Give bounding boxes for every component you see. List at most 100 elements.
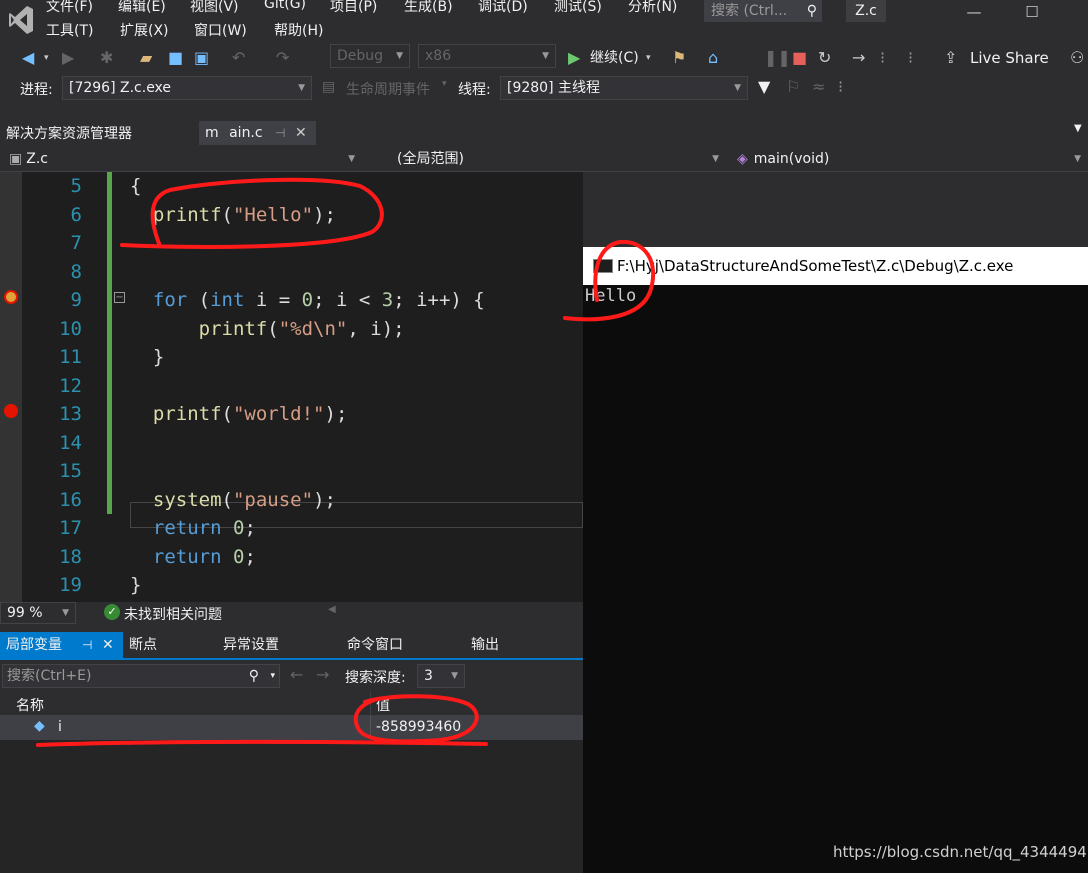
- pin-icon[interactable]: ⊣: [275, 121, 285, 145]
- scroll-left-icon[interactable]: ◀: [328, 604, 336, 615]
- step-into-icon[interactable]: ⁝: [880, 42, 885, 74]
- breakpoint-margin[interactable]: [0, 172, 22, 602]
- console-title: F:\Hyj\DataStructureAndSomeTest\Z.c\Debu…: [617, 257, 1014, 275]
- menu-view[interactable]: 视图(V): [190, 0, 239, 16]
- code-editor[interactable]: − 5 6 7 8 9 10 11 12 13 14 15 16 17 18 1…: [0, 172, 583, 602]
- show-next-statement-icon[interactable]: →: [852, 42, 865, 74]
- dropdown-chevron-icon[interactable]: ▾: [44, 42, 49, 74]
- new-item-icon[interactable]: ✱: [100, 42, 113, 74]
- menu-analyze[interactable]: 分析(N): [628, 0, 677, 16]
- menu-edit[interactable]: 编辑(E): [118, 0, 166, 16]
- platform-select[interactable]: x86 ▼: [418, 44, 556, 68]
- chevron-down-icon[interactable]: ▾: [270, 665, 275, 687]
- tab-locals[interactable]: 局部变量 ⊣ ✕: [0, 632, 123, 658]
- undo-icon[interactable]: ↶: [232, 42, 245, 74]
- tab-locals-label: 局部变量: [6, 637, 62, 653]
- chevron-down-icon: ▼: [734, 83, 741, 93]
- scope-nav-select[interactable]: (全局范围) ▼: [366, 147, 726, 171]
- search-icon[interactable]: ⚲: [249, 665, 259, 687]
- window-layout-icon[interactable]: ⌂: [708, 42, 718, 74]
- save-icon[interactable]: ■: [168, 42, 183, 74]
- live-share-button[interactable]: Live Share: [970, 42, 1049, 74]
- stack-frame-icon[interactable]: ⁝: [838, 77, 843, 96]
- zoom-select[interactable]: 99 % ▼: [0, 602, 76, 624]
- restart-icon[interactable]: ↻: [818, 42, 831, 74]
- stop-icon[interactable]: ■: [792, 42, 807, 74]
- search-input[interactable]: 搜索 (Ctrl... ⚲: [704, 0, 822, 22]
- column-value-header[interactable]: 值: [376, 695, 390, 715]
- account-icon[interactable]: ⚇: [1070, 42, 1084, 74]
- tab-overflow-chevron-icon[interactable]: ▼: [1074, 123, 1082, 134]
- breakpoint-icon[interactable]: [4, 404, 18, 418]
- lifecycle-events-icon: ▤: [322, 79, 336, 95]
- open-folder-icon[interactable]: ▰: [140, 42, 152, 74]
- tab-command-window[interactable]: 命令窗口: [347, 632, 403, 658]
- standard-toolbar: ◀ ▾ ▶ ✱ ▰ ■ ▣ ↶ ↷ Debug ▼ x86 ▼ ▶ 继续(C) ▾ …: [0, 42, 1088, 74]
- chevron-down-icon: ▼: [712, 154, 719, 164]
- zoom-value: 99 %: [7, 605, 43, 621]
- console-title-bar[interactable]: F:\Hyj\DataStructureAndSomeTest\Z.c\Debu…: [583, 247, 1088, 285]
- menu-debug[interactable]: 调试(D): [478, 0, 528, 16]
- menu-extensions[interactable]: 扩展(X): [120, 20, 169, 40]
- find-in-files-icon[interactable]: ⚑: [672, 42, 686, 74]
- save-all-icon[interactable]: ▣: [194, 42, 209, 74]
- dropdown-chevron-icon[interactable]: ▾: [442, 79, 447, 89]
- close-icon[interactable]: ✕: [102, 632, 114, 658]
- column-name-header[interactable]: 名称: [16, 695, 44, 715]
- locals-search-input[interactable]: 搜索(Ctrl+E) ⚲ ▾: [2, 664, 280, 688]
- dropdown-chevron-icon[interactable]: ▾: [646, 42, 651, 74]
- search-back-icon[interactable]: ←: [290, 665, 303, 684]
- code-line: }: [130, 574, 142, 596]
- thread-select[interactable]: [9280] 主线程 ▼: [500, 76, 748, 100]
- document-tab-row: 解决方案资源管理器 m ain.c ⊣ ✕ ▼: [0, 117, 1088, 145]
- search-depth-select[interactable]: 3 ▼: [417, 664, 465, 688]
- variable-icon: ◆: [34, 718, 45, 734]
- line-number: 16: [59, 488, 82, 511]
- collapse-icon[interactable]: −: [114, 292, 125, 303]
- solution-explorer-tab[interactable]: 解决方案资源管理器: [6, 123, 132, 143]
- forward-icon[interactable]: ▶: [62, 42, 74, 74]
- tab-breakpoints[interactable]: 断点: [129, 632, 157, 658]
- code-line: return 0;: [152, 545, 256, 568]
- tab-main-c[interactable]: m ain.c ⊣ ✕: [199, 121, 316, 145]
- maximize-icon[interactable]: ☐: [1012, 0, 1052, 24]
- back-icon[interactable]: ◀: [22, 42, 34, 74]
- menu-help[interactable]: 帮助(H): [274, 20, 323, 40]
- pause-icon[interactable]: ❚❚: [764, 42, 791, 74]
- process-select[interactable]: [7296] Z.c.exe ▼: [62, 76, 312, 100]
- minimize-icon[interactable]: —: [954, 0, 994, 24]
- file-nav-select[interactable]: ▣ Z.c ▼: [2, 147, 362, 171]
- live-share-icon[interactable]: ⇪: [944, 42, 957, 74]
- lifecycle-events-button[interactable]: 生命周期事件: [346, 79, 430, 99]
- menu-git[interactable]: Git(G): [264, 0, 306, 12]
- pin-icon[interactable]: ⊣: [82, 632, 92, 658]
- variable-value[interactable]: -858993460: [376, 719, 461, 735]
- tab-exception-settings[interactable]: 异常设置: [223, 632, 279, 658]
- flag-threads-icon[interactable]: ⚐: [786, 77, 800, 96]
- check-icon: ✓: [104, 604, 120, 620]
- menu-window[interactable]: 窗口(W): [194, 20, 247, 40]
- continue-play-icon[interactable]: ▶: [568, 42, 580, 74]
- step-over-icon[interactable]: ⁝: [908, 42, 913, 74]
- console-window[interactable]: F:\Hyj\DataStructureAndSomeTest\Z.c\Debu…: [583, 247, 1088, 873]
- menu-tools[interactable]: 工具(T): [46, 20, 93, 40]
- menu-project[interactable]: 项目(P): [330, 0, 377, 16]
- line-number: 11: [59, 346, 82, 368]
- breakpoint-icon[interactable]: [4, 290, 18, 304]
- chevron-down-icon: ▼: [62, 608, 69, 618]
- filter-icon[interactable]: ▼: [758, 77, 770, 96]
- thread-value: [9280] 主线程: [507, 80, 601, 96]
- search-forward-icon[interactable]: →: [316, 665, 329, 684]
- tab-output[interactable]: 输出: [471, 632, 499, 658]
- menu-build[interactable]: 生成(B): [404, 0, 453, 16]
- menu-test[interactable]: 测试(S): [554, 0, 602, 16]
- column-divider[interactable]: [370, 692, 371, 716]
- configuration-select[interactable]: Debug ▼: [330, 44, 410, 68]
- redo-icon[interactable]: ↷: [276, 42, 289, 74]
- continue-button[interactable]: 继续(C): [590, 42, 639, 74]
- locals-row[interactable]: ◆ i -858993460: [0, 716, 583, 740]
- close-icon[interactable]: ✕: [295, 121, 307, 145]
- menu-file[interactable]: 文件(F): [46, 0, 93, 16]
- switch-threads-icon[interactable]: ≈: [812, 77, 825, 96]
- member-nav-select[interactable]: ◈ main(void) ▼: [730, 147, 1088, 171]
